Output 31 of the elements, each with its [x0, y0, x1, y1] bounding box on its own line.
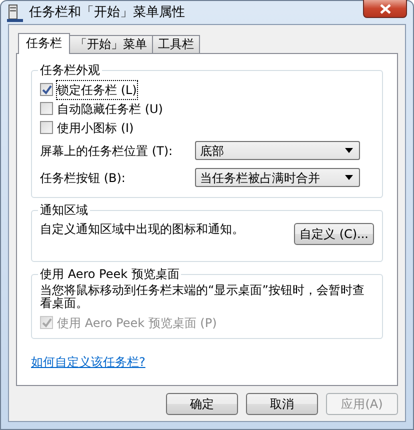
window-title: 任务栏和「开始」菜单属性 — [29, 4, 185, 22]
checkbox-label: 使用小图标 (I) — [57, 120, 134, 136]
group-title: 使用 Aero Peek 预览桌面 — [38, 266, 182, 282]
tab[interactable]: 工具栏 — [152, 35, 200, 53]
checkbox-label: 自动隐藏任务栏 (U) — [57, 100, 163, 118]
tab[interactable]: 「开始」菜单 — [69, 35, 153, 53]
description-text: 自定义通知区域中出现的图标和通知。 — [40, 221, 244, 238]
dialog-button[interactable]: 确定 — [166, 393, 238, 415]
group-title: 通知区域 — [38, 202, 90, 218]
group-title: 任务栏外观 — [38, 62, 102, 78]
caret-icon — [345, 175, 353, 180]
tab[interactable]: 任务栏 — [18, 33, 70, 54]
customize-button[interactable]: 自定义 (C)... — [294, 223, 374, 245]
dropdown-value: 底部 — [200, 142, 224, 160]
checkbox[interactable] — [40, 83, 53, 96]
description-text: 当您将鼠标移动到任务栏末端的“显示桌面”按钮时，会暂时查看桌面。 — [40, 282, 366, 310]
checkbox-label: 锁定任务栏 (L) — [57, 80, 137, 98]
close-button[interactable] — [363, 0, 407, 18]
checkbox-label: 使用 Aero Peek 预览桌面 (P) — [57, 314, 217, 332]
help-link[interactable]: 如何自定义该任务栏? — [31, 355, 146, 369]
field-label: 任务栏按钮 (B): — [40, 170, 126, 186]
close-icon — [380, 4, 390, 14]
caret-icon — [345, 148, 353, 153]
dialog-button[interactable]: 取消 — [246, 393, 318, 415]
dropdown[interactable]: 当任务栏被占满时合并 — [195, 168, 360, 187]
dropdown[interactable]: 底部 — [195, 141, 360, 160]
dropdown-value: 当任务栏被占满时合并 — [200, 170, 320, 186]
checkbox[interactable] — [40, 102, 53, 115]
checkbox[interactable] — [40, 121, 53, 134]
app-icon — [7, 4, 23, 22]
field-label: 屏幕上的任务栏位置 (T): — [40, 142, 174, 160]
